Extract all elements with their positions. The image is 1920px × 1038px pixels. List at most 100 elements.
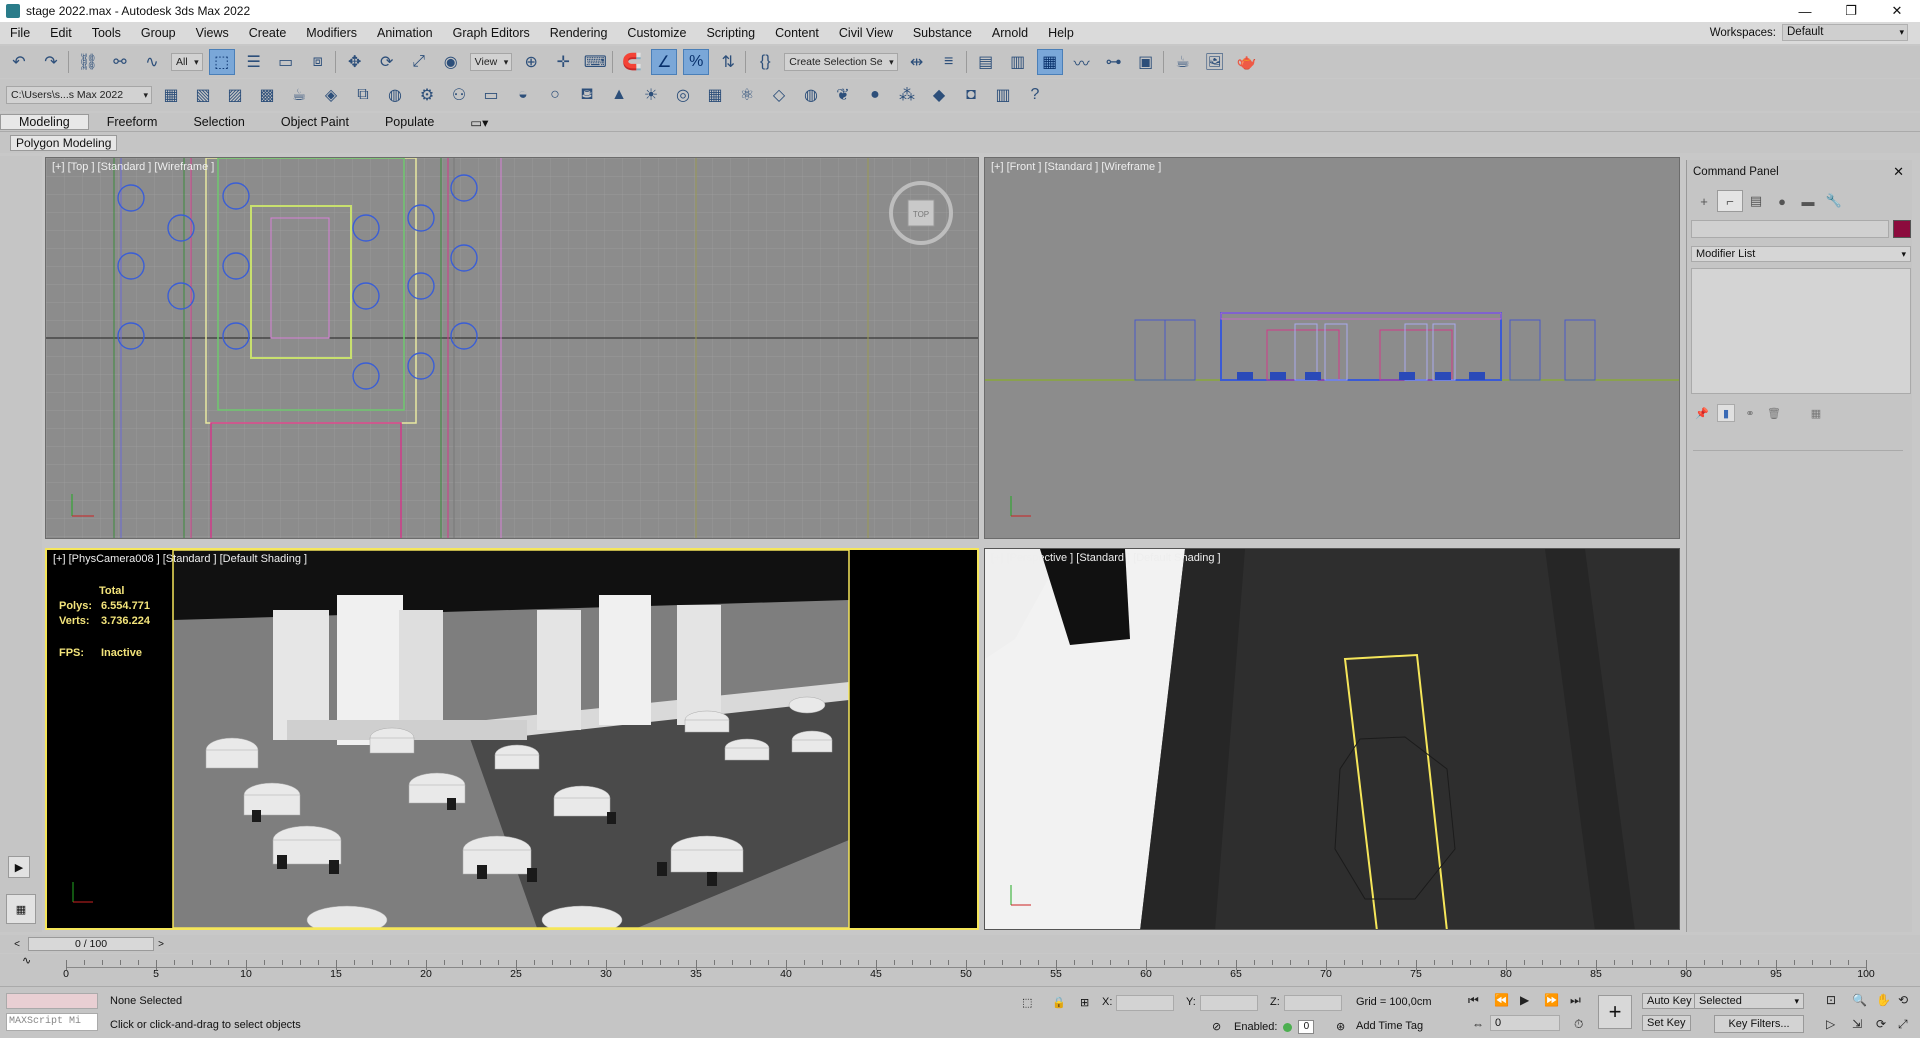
- object-name-field[interactable]: [1691, 220, 1889, 238]
- workspace-dropdown[interactable]: Default: [1782, 24, 1908, 41]
- scene-explorer-icon[interactable]: ▤: [973, 49, 999, 75]
- geosphere-icon[interactable]: ◍: [798, 82, 824, 108]
- rendered-frame-window-icon[interactable]: 🖼: [1202, 49, 1228, 75]
- viewport-camera[interactable]: [+] [PhysCamera008 ] [Standard ] [Defaul…: [45, 548, 979, 930]
- container-close-icon[interactable]: ▩: [254, 82, 280, 108]
- curve-editor-icon[interactable]: 〰: [1069, 49, 1095, 75]
- modifier-stack[interactable]: [1691, 268, 1911, 394]
- viewport-front[interactable]: [+] [Front ] [Standard ] [Wireframe ]: [984, 157, 1680, 539]
- adaptive-degradation-icon[interactable]: ⊘: [1212, 1020, 1221, 1033]
- pin-stack-icon[interactable]: 📌: [1693, 404, 1711, 422]
- teapot-icon[interactable]: ☕: [286, 82, 312, 108]
- menu-substance[interactable]: Substance: [903, 22, 982, 44]
- pivot-center-icon[interactable]: ⊕: [518, 49, 544, 75]
- lens-icon[interactable]: ◎: [670, 82, 696, 108]
- lock-icon[interactable]: 🔒: [1052, 996, 1066, 1009]
- key-mode-dropdown[interactable]: Selected: [1694, 993, 1804, 1009]
- go-to-start-icon[interactable]: ⏮: [1468, 993, 1479, 1008]
- menu-tools[interactable]: Tools: [82, 22, 131, 44]
- create-tab-icon[interactable]: +: [1691, 190, 1717, 212]
- menu-civil-view[interactable]: Civil View: [829, 22, 903, 44]
- object-color-swatch[interactable]: [1893, 220, 1911, 238]
- add-time-tag[interactable]: Add Time Tag: [1356, 1020, 1423, 1032]
- render-icon[interactable]: ◈: [318, 82, 344, 108]
- show-end-result-icon[interactable]: ▮: [1717, 404, 1735, 422]
- project-path-dropdown[interactable]: C:\Users\s...s Max 2022: [6, 86, 152, 104]
- ribbon-toggle-icon[interactable]: ▦: [1036, 49, 1063, 75]
- menu-edit[interactable]: Edit: [40, 22, 82, 44]
- undo-icon[interactable]: ↶: [6, 49, 32, 75]
- viewport-layout-icon[interactable]: ▦: [6, 894, 36, 924]
- select-object-icon[interactable]: ⬚: [208, 49, 235, 75]
- walk-through-icon[interactable]: ⇲: [1852, 1017, 1862, 1031]
- cone-icon[interactable]: ▲: [606, 82, 632, 108]
- maxscript-mini-listener[interactable]: MAXScript Mi: [6, 1013, 98, 1031]
- spinner-snap-icon[interactable]: ⇅: [715, 49, 741, 75]
- menu-rendering[interactable]: Rendering: [540, 22, 618, 44]
- prev-key-icon[interactable]: ⏪: [1494, 993, 1509, 1007]
- plant-icon[interactable]: ❦: [830, 82, 856, 108]
- select-manipulate-icon[interactable]: ✛: [550, 49, 576, 75]
- sun-icon[interactable]: ☀: [638, 82, 664, 108]
- auto-key-button[interactable]: Auto Key: [1642, 993, 1697, 1009]
- compositor-icon[interactable]: ⚙: [414, 82, 440, 108]
- arnold-render-icon[interactable]: ◘: [958, 82, 984, 108]
- scale-icon[interactable]: ⤢: [406, 49, 432, 75]
- ribbon-options-icon[interactable]: ▭▾: [452, 115, 506, 130]
- substance-icon[interactable]: ◆: [926, 82, 952, 108]
- state-sets-icon[interactable]: ◍: [382, 82, 408, 108]
- menu-group[interactable]: Group: [131, 22, 186, 44]
- wireframe-icon[interactable]: ◇: [766, 82, 792, 108]
- enabled-count[interactable]: 0: [1298, 1020, 1315, 1034]
- utilities-tab-icon[interactable]: 🔧: [1821, 190, 1847, 212]
- orbit-icon[interactable]: ⟲: [1898, 993, 1908, 1007]
- circle-icon[interactable]: ○: [542, 82, 568, 108]
- tab-modeling[interactable]: Modeling: [0, 114, 89, 130]
- tab-selection[interactable]: Selection: [175, 115, 262, 129]
- viewport-perspective[interactable]: [+] [Perspective ] [Standard ] [Default …: [984, 548, 1680, 930]
- grid-icon[interactable]: ▦: [702, 82, 728, 108]
- key-mode-toggle-icon[interactable]: ⇔: [1472, 1017, 1484, 1031]
- set-key-button[interactable]: Set Key: [1642, 1015, 1691, 1031]
- keyboard-shortcut-icon[interactable]: ⌨: [582, 49, 608, 75]
- material-editor-icon[interactable]: ▣: [1133, 49, 1159, 75]
- viewport-top-label[interactable]: [+] [Top ] [Standard ] [Wireframe ]: [52, 161, 214, 173]
- close-icon[interactable]: ✕: [1893, 164, 1904, 180]
- maxscript-listener-output[interactable]: [6, 993, 98, 1009]
- close-button[interactable]: ✕: [1874, 0, 1920, 22]
- menu-customize[interactable]: Customize: [617, 22, 696, 44]
- redo-icon[interactable]: ↷: [38, 49, 64, 75]
- color-balls-icon[interactable]: ⁂: [894, 82, 920, 108]
- render-frame-icon[interactable]: ▥: [990, 82, 1016, 108]
- make-unique-icon[interactable]: ⚭: [1741, 404, 1759, 422]
- schematic-view-icon[interactable]: ⊶: [1101, 49, 1127, 75]
- particles-icon[interactable]: ⚛: [734, 82, 760, 108]
- curve-editor-mini-icon[interactable]: ∿: [22, 954, 31, 967]
- window-crossing-icon[interactable]: ⧈: [305, 49, 331, 75]
- mirror-icon[interactable]: ⇹: [904, 49, 930, 75]
- menu-create[interactable]: Create: [239, 22, 297, 44]
- menu-animation[interactable]: Animation: [367, 22, 443, 44]
- sphere-icon[interactable]: ◒: [510, 82, 536, 108]
- bind-space-warp-icon[interactable]: ∿: [139, 49, 165, 75]
- link-icon[interactable]: ⛓: [75, 49, 101, 75]
- named-selection-dropdown[interactable]: Create Selection Se: [784, 53, 898, 71]
- selection-filter-dropdown[interactable]: All: [171, 53, 203, 71]
- menu-modifiers[interactable]: Modifiers: [296, 22, 367, 44]
- angle-snap-icon[interactable]: ∠: [651, 49, 678, 75]
- play-icon[interactable]: ▶: [1520, 993, 1529, 1007]
- menu-file[interactable]: File: [0, 22, 40, 44]
- isolate-icon[interactable]: ⬚: [1022, 996, 1032, 1009]
- menu-views[interactable]: Views: [186, 22, 239, 44]
- material-sphere-icon[interactable]: ●: [862, 82, 888, 108]
- viewport-icon[interactable]: ⧉: [350, 82, 376, 108]
- viewport-perspective-label[interactable]: [+] [Perspective ] [Standard ] [Default …: [991, 552, 1221, 564]
- maximize-viewport-icon[interactable]: ⤢: [1898, 1017, 1908, 1032]
- key-filters-button[interactable]: Key Filters...: [1714, 1015, 1804, 1033]
- ghost-icon[interactable]: ⚇: [446, 82, 472, 108]
- rotate-icon[interactable]: ⟳: [374, 49, 400, 75]
- pan-icon[interactable]: ✋: [1876, 993, 1891, 1007]
- go-to-end-icon[interactable]: ⏭: [1570, 993, 1581, 1008]
- snap-toggle-icon[interactable]: 🧲: [619, 49, 645, 75]
- container-add-icon[interactable]: ▧: [190, 82, 216, 108]
